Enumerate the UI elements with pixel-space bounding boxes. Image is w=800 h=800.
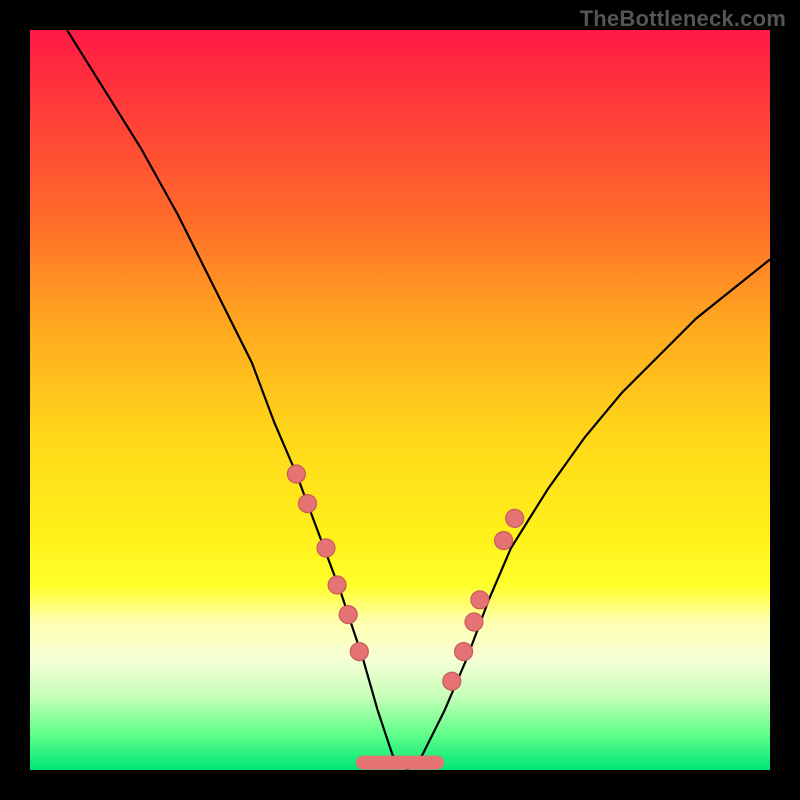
curve-marker (287, 465, 305, 483)
curve-marker (317, 539, 335, 557)
curve-marker (495, 532, 513, 550)
curve-marker (455, 643, 473, 661)
curve-marker (506, 509, 524, 527)
chart-frame: TheBottleneck.com (0, 0, 800, 800)
curve-markers (287, 465, 523, 690)
curve-marker (299, 495, 317, 513)
curve-marker (328, 576, 346, 594)
curve-marker (350, 643, 368, 661)
curve-marker (471, 591, 489, 609)
curve-marker (443, 672, 461, 690)
bottleneck-curve (67, 30, 770, 770)
plot-area (30, 30, 770, 770)
bottleneck-curve-svg (30, 30, 770, 770)
curve-marker (339, 606, 357, 624)
watermark-text: TheBottleneck.com (580, 6, 786, 32)
curve-marker (465, 613, 483, 631)
